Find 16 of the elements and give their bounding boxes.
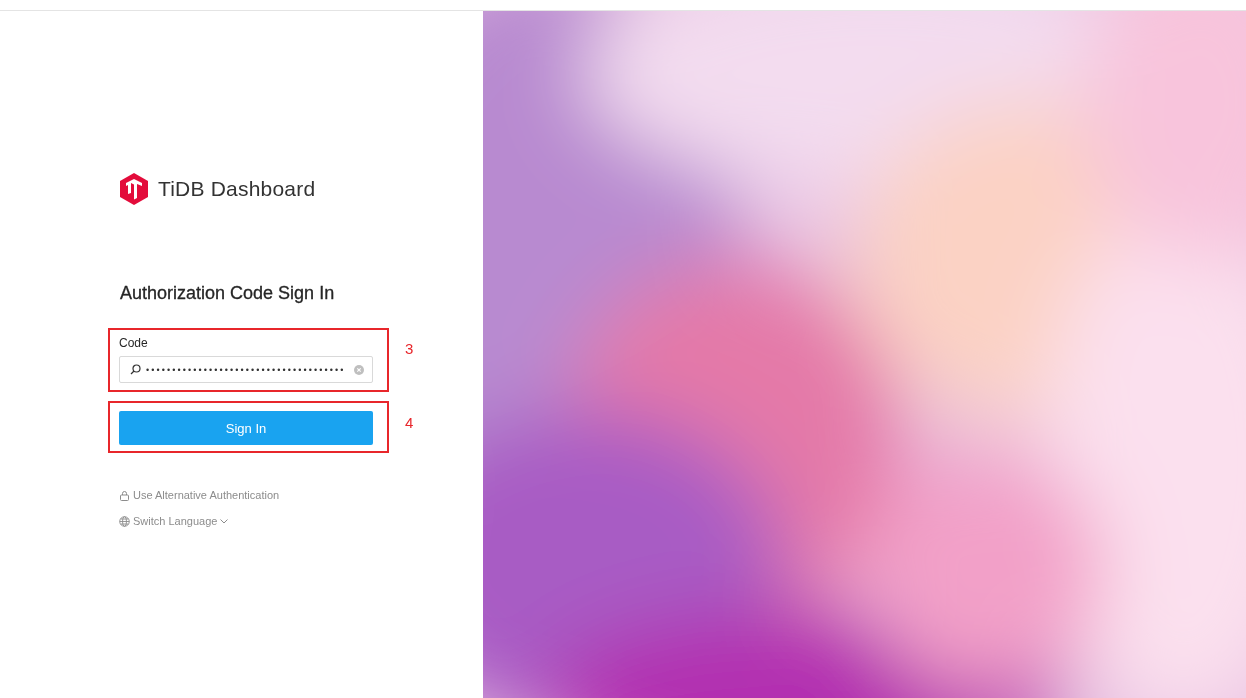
alt-auth-link[interactable]: Use Alternative Authentication [119, 489, 280, 501]
clear-icon[interactable] [354, 364, 364, 375]
chevron-down-icon [220, 518, 229, 524]
sign-in-button[interactable]: Sign In [119, 411, 373, 445]
code-field[interactable]: •••••••••••••••••••••••••••••••••••••• [119, 356, 373, 383]
globe-icon [119, 515, 130, 527]
lock-icon [119, 489, 130, 501]
annotation-number: 4 [405, 414, 414, 431]
brand-name: TiDB Dashboard [158, 177, 316, 201]
field-value: •••••••••••••••••••••••••••••••••••••• [146, 364, 347, 375]
annotation-number: 3 [405, 339, 414, 357]
search-icon [130, 364, 141, 375]
page-heading: Authorization Code Sign In [120, 283, 336, 304]
logo-icon [120, 173, 148, 205]
field-label: Code [119, 336, 148, 350]
language-switcher[interactable]: Switch Language [119, 515, 229, 527]
